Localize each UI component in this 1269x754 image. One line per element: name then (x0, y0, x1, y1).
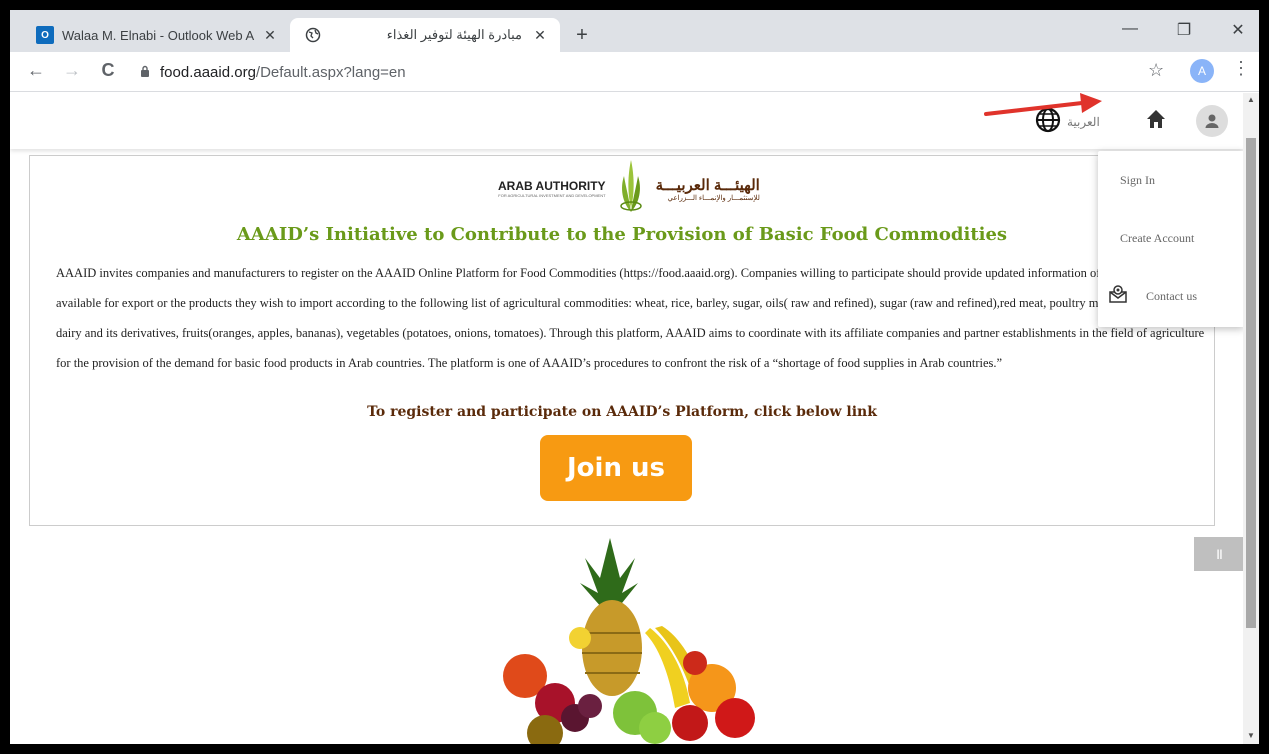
page-title: AAAID’s Initiative to Contribute to the … (236, 224, 1008, 245)
scroll-thumb[interactable] (1246, 138, 1256, 628)
scroll-up-icon[interactable]: ▲ (1243, 95, 1259, 104)
fruit-basket-image (450, 538, 770, 744)
minimize-button[interactable]: — (1110, 20, 1150, 38)
url-host: food.aaaid.org (160, 63, 256, 81)
outlook-icon: O (36, 26, 54, 44)
initiative-panel: ARAB AUTHORITY FOR AGRICULTURAL INVESTME… (29, 155, 1215, 526)
logo-en-name: ARAB AUTHORITY (498, 179, 606, 193)
page-scrollbar[interactable]: ▲ ▼ (1243, 93, 1259, 744)
tab-title: Walaa M. Elnabi - Outlook Web A (62, 27, 255, 43)
tab-aaaid[interactable]: مبادرة الهيئة لتوفير الغذاء ✕ (290, 18, 560, 52)
contact-us-link[interactable]: Contact us (1098, 281, 1243, 311)
url-path: /Default.aspx?lang=en (255, 63, 406, 81)
sign-in-link[interactable]: Sign In (1098, 165, 1243, 195)
logo-ar-name: الهيئـــة العربيـــة (655, 176, 760, 194)
aaaid-logo: ARAB AUTHORITY FOR AGRICULTURAL INVESTME… (498, 158, 760, 219)
profile-avatar[interactable]: A (1190, 59, 1214, 83)
address-toolbar: ← → C food.aaaid.org/Default.aspx?lang=e… (10, 52, 1259, 92)
create-account-link[interactable]: Create Account (1098, 223, 1243, 253)
back-button[interactable]: ← (24, 60, 48, 81)
user-menu-dropdown: Sign In Create Account Contact us (1098, 151, 1243, 327)
tab-strip: O Walaa M. Elnabi - Outlook Web A ✕ مباد… (10, 10, 1259, 52)
web-page: العربية ARAB AUTHORITY FOR AGRICULTURAL … (10, 93, 1243, 744)
close-tab-icon[interactable]: ✕ (530, 27, 550, 44)
lock-icon (140, 65, 150, 80)
browser-window: O Walaa M. Elnabi - Outlook Web A ✕ مباد… (10, 10, 1259, 744)
address-bar[interactable]: food.aaaid.org/Default.aspx?lang=en (140, 58, 1140, 86)
tab-outlook[interactable]: O Walaa M. Elnabi - Outlook Web A ✕ (28, 18, 290, 52)
register-prompt: To register and participate on AAAID’s P… (367, 404, 877, 420)
user-icon[interactable] (1196, 105, 1228, 137)
wheat-emblem-icon (614, 158, 648, 219)
slider-pause-button[interactable]: II (1194, 537, 1243, 571)
bookmark-star-icon[interactable]: ☆ (1148, 60, 1164, 81)
forward-button[interactable]: → (60, 60, 84, 81)
close-tab-icon[interactable]: ✕ (260, 27, 280, 44)
contact-us-label: Contact us (1146, 288, 1197, 303)
annotation-arrow (982, 88, 1102, 123)
new-tab-button[interactable]: + (570, 24, 594, 47)
home-icon[interactable] (1144, 107, 1168, 136)
close-window-button[interactable]: ✕ (1218, 20, 1258, 40)
contact-icon (1108, 284, 1128, 308)
globe-icon (304, 26, 322, 44)
restore-button[interactable]: ❐ (1164, 20, 1204, 40)
reload-button[interactable]: C (96, 60, 120, 81)
scroll-down-icon[interactable]: ▼ (1243, 731, 1259, 740)
logo-en-sub: FOR AGRICULTURAL INVESTMENT AND DEVELOPM… (498, 193, 606, 198)
join-us-button[interactable]: Join us (540, 435, 692, 501)
browser-menu-icon[interactable]: ⋮ (1232, 58, 1250, 79)
tab-title: مبادرة الهيئة لتوفير الغذاء (386, 27, 522, 42)
description-text: AAAID invites companies and manufacturer… (56, 266, 1205, 370)
logo-ar-sub: للإستثمـــار والإنمـــاء الـــزراعي (667, 194, 760, 202)
